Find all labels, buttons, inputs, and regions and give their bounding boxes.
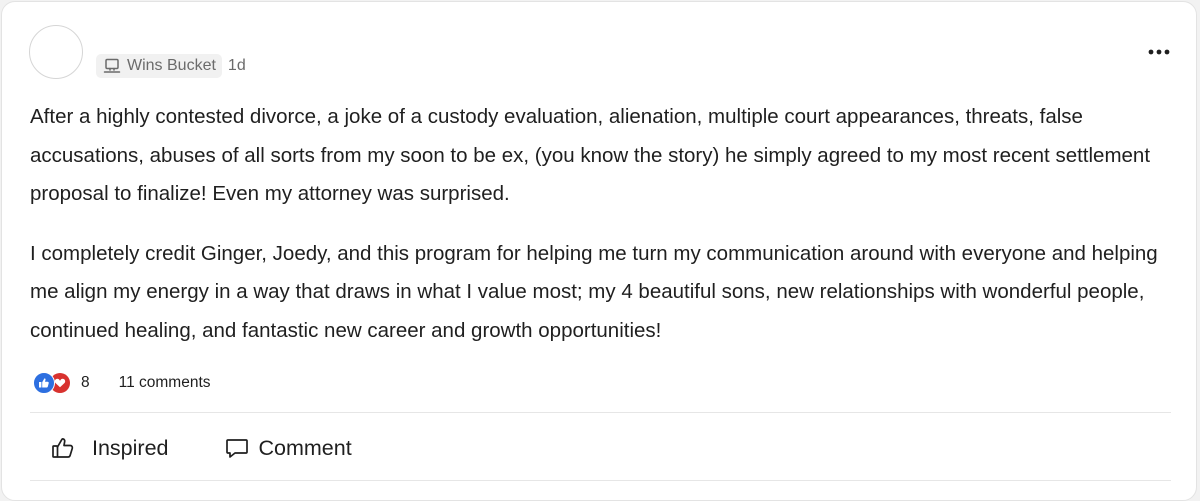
post-body: After a highly contested divorce, a joke… xyxy=(30,98,1175,371)
reaction-count[interactable]: 8 xyxy=(81,374,90,392)
inspired-button[interactable]: Inspired xyxy=(50,435,169,461)
more-options-button[interactable] xyxy=(1145,40,1173,64)
inspired-label: Inspired xyxy=(92,435,169,460)
post-paragraph: After a highly contested divorce, a joke… xyxy=(30,105,1151,205)
thumbs-up-icon xyxy=(50,435,76,461)
post-paragraph: I completely credit Ginger, Joedy, and t… xyxy=(30,241,1158,342)
avatar[interactable] xyxy=(29,25,83,79)
laptop-icon xyxy=(102,56,122,76)
post-timestamp: 1d xyxy=(227,57,246,74)
reaction-icons[interactable] xyxy=(32,371,74,394)
post-meta: Wins Bucket 1d xyxy=(96,54,246,78)
more-dots-icon xyxy=(1148,49,1170,55)
divider xyxy=(30,412,1171,413)
space-chip[interactable]: Wins Bucket xyxy=(96,54,222,78)
comment-label: Comment xyxy=(258,435,352,460)
space-name: Wins Bucket xyxy=(127,57,216,74)
comments-count-link[interactable]: 11 comments xyxy=(119,374,211,392)
comment-button[interactable]: Comment xyxy=(224,435,352,461)
post-card: Wins Bucket 1d After a highly contested … xyxy=(1,1,1197,501)
bottom-divider xyxy=(30,480,1171,481)
post-actions: Inspired Comment xyxy=(50,432,352,464)
thumbs-up-reaction-icon xyxy=(32,371,55,394)
comment-bubble-icon xyxy=(224,435,250,461)
reactions-row: 8 11 comments xyxy=(32,371,211,395)
